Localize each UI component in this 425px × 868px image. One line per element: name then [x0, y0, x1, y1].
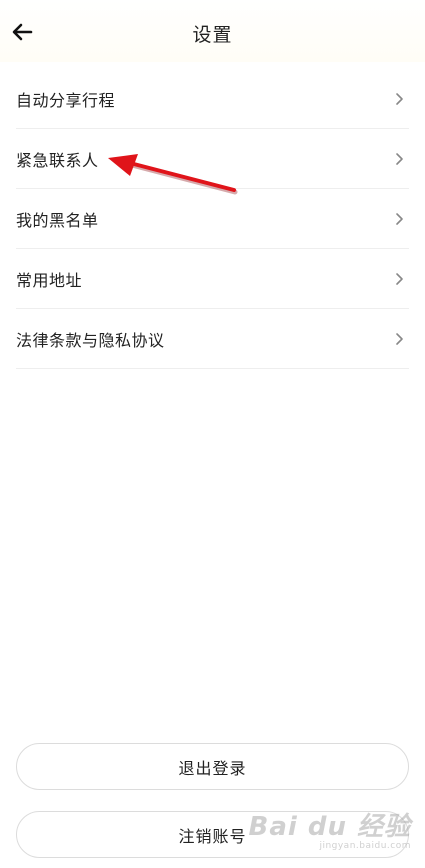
- chevron-right-icon: [396, 92, 403, 105]
- menu-item-blacklist[interactable]: 我的黑名单: [16, 189, 409, 249]
- menu-item-auto-share-trip[interactable]: 自动分享行程: [16, 69, 409, 129]
- chevron-right-icon: [396, 332, 403, 345]
- chevron-right-icon: [396, 272, 403, 285]
- settings-menu: 自动分享行程 紧急联系人 我的黑名单 常用地址 法律条款与隐私协议: [16, 69, 409, 369]
- header-bar: 设置: [0, 0, 425, 62]
- menu-item-emergency-contact[interactable]: 紧急联系人: [16, 129, 409, 189]
- page-title: 设置: [192, 24, 233, 46]
- menu-item-label: 紧急联系人: [16, 150, 99, 170]
- cancel-account-button[interactable]: 注销账号: [16, 811, 409, 858]
- logout-button[interactable]: 退出登录: [16, 743, 409, 790]
- chevron-right-icon: [396, 212, 403, 225]
- menu-item-label: 法律条款与隐私协议: [16, 330, 165, 350]
- menu-item-label: 自动分享行程: [16, 90, 116, 110]
- menu-item-legal-privacy[interactable]: 法律条款与隐私协议: [16, 309, 409, 369]
- menu-item-common-address[interactable]: 常用地址: [16, 249, 409, 309]
- menu-item-label: 我的黑名单: [16, 210, 99, 230]
- chevron-right-icon: [396, 152, 403, 165]
- menu-item-label: 常用地址: [16, 270, 83, 290]
